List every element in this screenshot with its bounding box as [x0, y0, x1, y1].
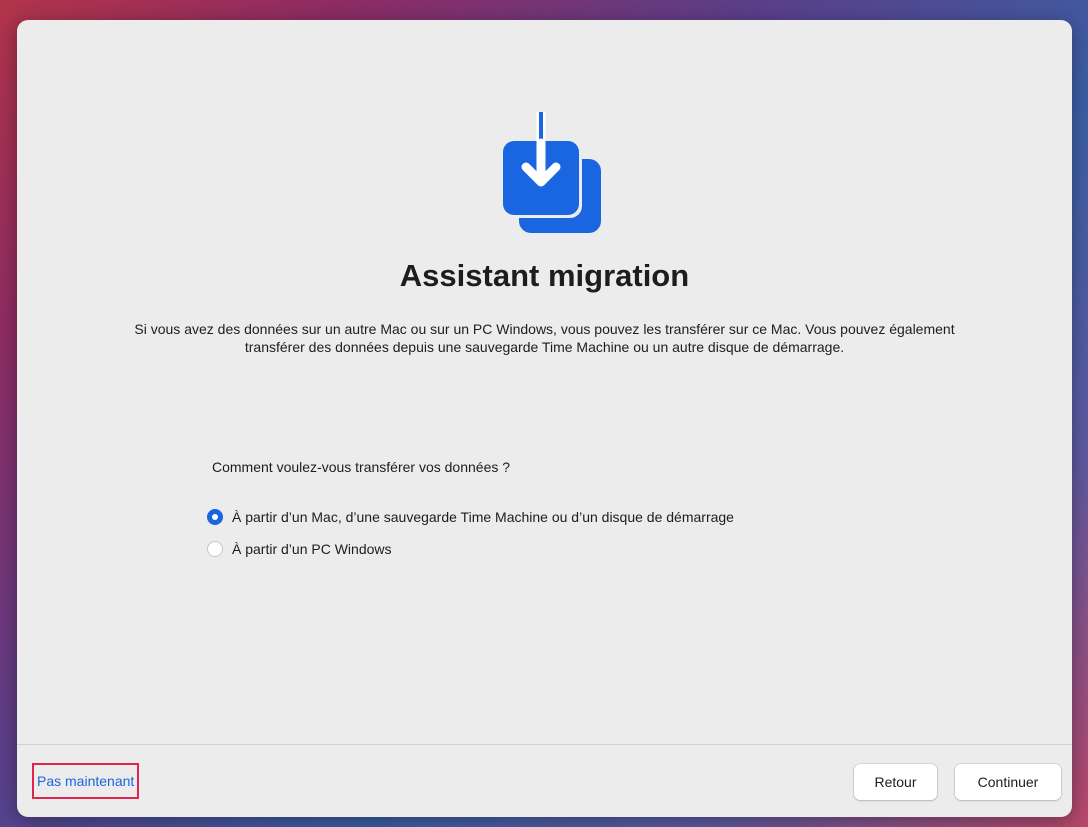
footer-divider — [17, 744, 1072, 745]
radio-selected[interactable] — [207, 509, 223, 525]
migration-assistant-window: Assistant migration Si vous avez des don… — [17, 20, 1072, 817]
option-label: À partir d’un Mac, d’une sauvegarde Time… — [232, 509, 734, 525]
radio-unselected[interactable] — [207, 541, 223, 557]
continue-button[interactable]: Continuer — [955, 764, 1061, 800]
migration-assistant-icon — [500, 112, 601, 233]
option-from-windows-pc[interactable]: À partir d’un PC Windows — [207, 541, 392, 557]
back-button[interactable]: Retour — [854, 764, 937, 800]
not-now-button[interactable]: Pas maintenant — [32, 763, 140, 799]
transfer-question: Comment voulez-vous transférer vos donné… — [212, 459, 511, 475]
page-title: Assistant migration — [399, 258, 690, 293]
option-label: À partir d’un PC Windows — [232, 541, 392, 557]
option-from-mac[interactable]: À partir d’un Mac, d’une sauvegarde Time… — [207, 509, 734, 525]
description-text: Si vous avez des données sur un autre Ma… — [134, 321, 955, 355]
